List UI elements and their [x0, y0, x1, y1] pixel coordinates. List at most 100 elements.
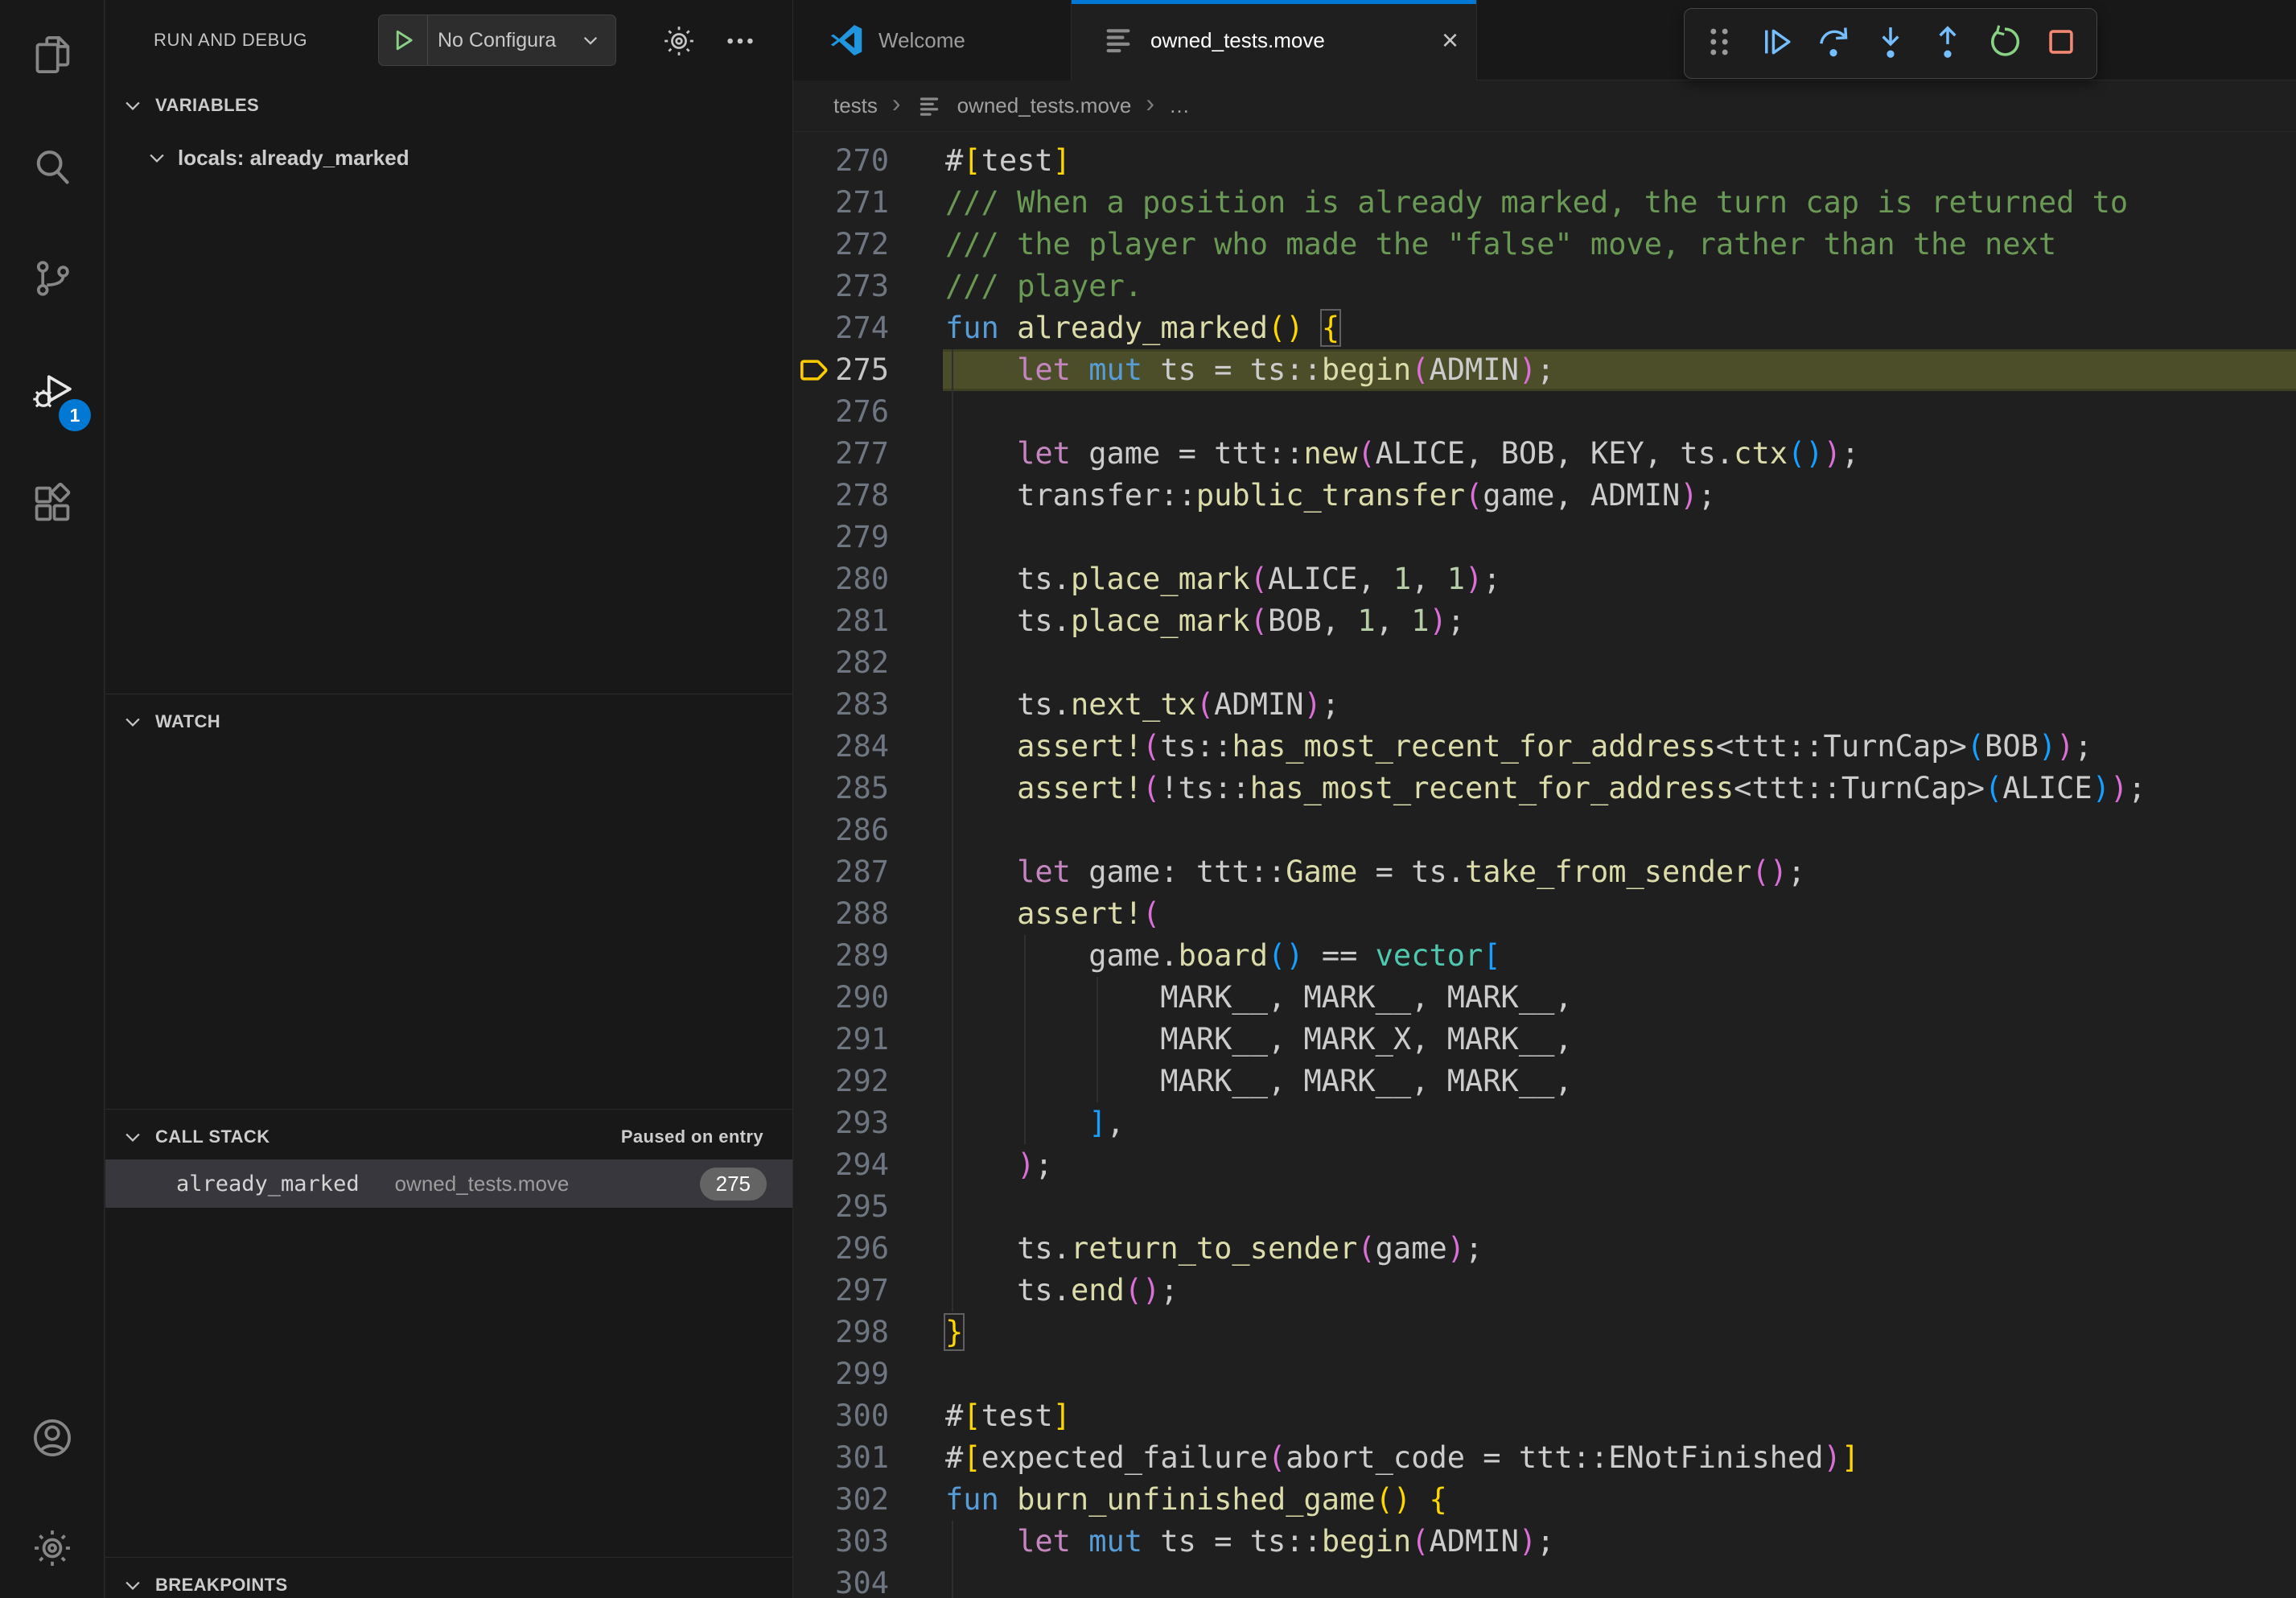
- code-line-274[interactable]: 274fun already_marked() {: [793, 307, 2296, 349]
- line-number[interactable]: 301: [793, 1437, 889, 1479]
- code-text[interactable]: /// player.: [945, 266, 1142, 307]
- code-line-292[interactable]: 292 MARK__, MARK__, MARK__,: [793, 1061, 2296, 1102]
- line-number[interactable]: 291: [793, 1019, 889, 1061]
- code-text[interactable]: transfer::public_transfer(game, ADMIN);: [945, 475, 1716, 517]
- breadcrumb-item-tests[interactable]: tests: [833, 93, 878, 118]
- code-text[interactable]: assert!(ts::has_most_recent_for_address<…: [945, 726, 2092, 768]
- activity-bar-item-settings[interactable]: [0, 1511, 104, 1588]
- line-number[interactable]: 289: [793, 935, 889, 977]
- call-stack-frame[interactable]: already_marked owned_tests.move 275: [105, 1159, 792, 1208]
- tab-owned-tests-move[interactable]: owned_tests.move ×: [1072, 0, 1477, 80]
- line-number[interactable]: 304: [793, 1563, 889, 1598]
- code-text[interactable]: MARK__, MARK__, MARK__,: [945, 1061, 1573, 1102]
- code-text[interactable]: ts.end();: [945, 1270, 1179, 1312]
- line-number[interactable]: 294: [793, 1144, 889, 1186]
- line-number[interactable]: 279: [793, 517, 889, 558]
- line-number[interactable]: 295: [793, 1186, 889, 1228]
- code-line-284[interactable]: 284 assert!(ts::has_most_recent_for_addr…: [793, 726, 2296, 768]
- code-text[interactable]: assert!(: [945, 893, 1160, 935]
- line-number[interactable]: 276: [793, 391, 889, 433]
- code-line-287[interactable]: 287 let game: ttt::Game = ts.take_from_s…: [793, 851, 2296, 893]
- code-line-302[interactable]: 302 fun burn_unfinished_game() {: [793, 1479, 2296, 1521]
- code-line-294[interactable]: 294 );: [793, 1144, 2296, 1186]
- code-text[interactable]: MARK__, MARK_X, MARK__,: [945, 1019, 1573, 1061]
- code-line-270[interactable]: 270#[test]: [793, 140, 2296, 182]
- debug-settings-button[interactable]: [659, 21, 699, 61]
- code-text[interactable]: ts.place_mark(BOB, 1, 1);: [945, 600, 1465, 642]
- code-text[interactable]: MARK__, MARK__, MARK__,: [945, 977, 1573, 1019]
- code-text[interactable]: /// the player who made the "false" move…: [945, 224, 2056, 266]
- line-number[interactable]: 300: [793, 1395, 889, 1437]
- code-text[interactable]: ts.place_mark(ALICE, 1, 1);: [945, 558, 1501, 600]
- line-number[interactable]: 286: [793, 809, 889, 851]
- code-line-283[interactable]: 283 ts.next_tx(ADMIN);: [793, 684, 2296, 726]
- code-line-295[interactable]: 295: [793, 1186, 2296, 1228]
- debug-configuration-dropdown[interactable]: No Configura: [378, 14, 616, 66]
- code-line-296[interactable]: 296 ts.return_to_sender(game);: [793, 1228, 2296, 1270]
- section-header-call-stack[interactable]: CALL STACK Paused on entry: [105, 1115, 792, 1159]
- code-text[interactable]: game.board() == vector[: [945, 935, 1501, 977]
- code-text[interactable]: /// When a position is already marked, t…: [945, 182, 2128, 224]
- line-number[interactable]: 275: [793, 349, 889, 391]
- line-number[interactable]: 274: [793, 307, 889, 349]
- line-number[interactable]: 282: [793, 642, 889, 684]
- line-number[interactable]: 270: [793, 140, 889, 182]
- line-number[interactable]: 283: [793, 684, 889, 726]
- line-number[interactable]: 271: [793, 182, 889, 224]
- line-number[interactable]: 303: [793, 1521, 889, 1563]
- toolbar-drag-handle[interactable]: [1696, 20, 1743, 67]
- debug-stop-button[interactable]: [2038, 20, 2084, 67]
- line-number[interactable]: 288: [793, 893, 889, 935]
- activity-bar-item-search[interactable]: [0, 130, 104, 208]
- line-number[interactable]: 290: [793, 977, 889, 1019]
- code-line-301[interactable]: 301 #[expected_failure(abort_code = ttt::…: [793, 1437, 2296, 1479]
- code-text[interactable]: ts.next_tx(ADMIN);: [945, 684, 1339, 726]
- code-line-282[interactable]: 282: [793, 642, 2296, 684]
- line-number[interactable]: 281: [793, 600, 889, 642]
- code-text[interactable]: ],: [945, 1102, 1125, 1144]
- close-tab-button[interactable]: ×: [1442, 26, 1459, 55]
- code-line-286[interactable]: 286: [793, 809, 2296, 851]
- code-text[interactable]: }: [945, 1312, 963, 1353]
- breadcrumb-item-file[interactable]: owned_tests.move: [957, 93, 1132, 118]
- line-number[interactable]: 292: [793, 1061, 889, 1102]
- line-number[interactable]: 273: [793, 266, 889, 307]
- line-number[interactable]: 277: [793, 433, 889, 475]
- variables-scope-locals[interactable]: locals: already_marked: [105, 137, 792, 179]
- line-number[interactable]: 293: [793, 1102, 889, 1144]
- line-number[interactable]: 297: [793, 1270, 889, 1312]
- line-number[interactable]: 302: [793, 1479, 889, 1521]
- activity-bar-item-source-control[interactable]: [0, 241, 104, 319]
- code-text[interactable]: #[test]: [945, 1395, 1071, 1437]
- code-text[interactable]: assert!(!ts::has_most_recent_for_address…: [945, 768, 2146, 809]
- code-text[interactable]: let game = ttt::new(ALICE, BOB, KEY, ts.…: [945, 433, 1859, 475]
- tab-welcome[interactable]: Welcome: [793, 0, 1072, 80]
- code-text[interactable]: #[expected_failure(abort_code = ttt::ENo…: [945, 1437, 1859, 1479]
- code-line-280[interactable]: 280 ts.place_mark(ALICE, 1, 1);: [793, 558, 2296, 600]
- code-line-275[interactable]: 275 let mut ts = ts::begin(ADMIN);: [793, 349, 2296, 391]
- line-number[interactable]: 287: [793, 851, 889, 893]
- code-line-291[interactable]: 291 MARK__, MARK_X, MARK__,: [793, 1019, 2296, 1061]
- line-number[interactable]: 285: [793, 768, 889, 809]
- section-header-variables[interactable]: VARIABLES: [105, 84, 792, 127]
- code-line-288[interactable]: 288 assert!(: [793, 893, 2296, 935]
- code-line-277[interactable]: 277 let game = ttt::new(ALICE, BOB, KEY,…: [793, 433, 2296, 475]
- code-line-279[interactable]: 279: [793, 517, 2296, 558]
- code-line-290[interactable]: 290 MARK__, MARK__, MARK__,: [793, 977, 2296, 1019]
- code-text[interactable]: let game: ttt::Game = ts.take_from_sende…: [945, 851, 1805, 893]
- code-line-298[interactable]: 298}: [793, 1312, 2296, 1353]
- code-text[interactable]: fun burn_unfinished_game() {: [945, 1479, 1447, 1521]
- code-line-285[interactable]: 285 assert!(!ts::has_most_recent_for_add…: [793, 768, 2296, 809]
- debug-continue-button[interactable]: [1753, 20, 1800, 67]
- views-more-actions-button[interactable]: [720, 21, 760, 61]
- code-line-278[interactable]: 278 transfer::public_transfer(game, ADMI…: [793, 475, 2296, 517]
- line-number[interactable]: 272: [793, 224, 889, 266]
- line-number[interactable]: 278: [793, 475, 889, 517]
- code-line-281[interactable]: 281 ts.place_mark(BOB, 1, 1);: [793, 600, 2296, 642]
- code-text[interactable]: let mut ts = ts::begin(ADMIN);: [945, 349, 1554, 391]
- debug-restart-button[interactable]: [1981, 20, 2028, 67]
- code-line-299[interactable]: 299: [793, 1353, 2296, 1395]
- code-line-272[interactable]: 272 /// the player who made the "false" m…: [793, 224, 2296, 266]
- line-number[interactable]: 296: [793, 1228, 889, 1270]
- activity-bar-item-account[interactable]: [0, 1401, 104, 1478]
